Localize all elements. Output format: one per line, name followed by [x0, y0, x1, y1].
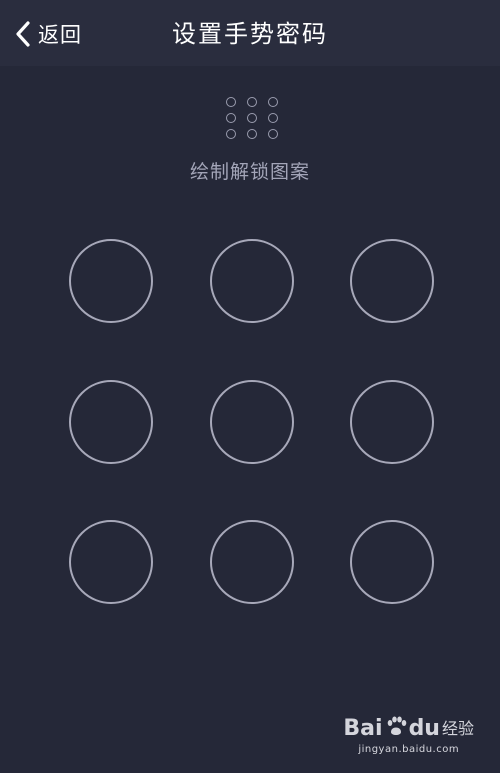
pattern-grid-icon: [224, 95, 280, 141]
draw-pattern-hint: 绘制解锁图案: [189, 161, 310, 183]
pattern-node-3[interactable]: [350, 239, 434, 323]
watermark-url: jingyan.baidu.com: [358, 744, 460, 755]
watermark-sub: 经验: [441, 719, 474, 738]
pattern-node-9[interactable]: [350, 520, 434, 604]
top-bar: 返回 设置手势密码: [0, 0, 500, 66]
watermark-brand-right: du: [408, 716, 440, 741]
baidu-jingyan-watermark: Bai du 经验 jingyan.baidu.com: [343, 715, 474, 755]
pattern-node-6[interactable]: [350, 380, 434, 464]
page-title: 设置手势密码: [172, 20, 328, 48]
pattern-node-4[interactable]: [69, 380, 153, 464]
pattern-node-5[interactable]: [210, 380, 294, 464]
pattern-node-8[interactable]: [210, 520, 294, 604]
paw-icon: [385, 715, 407, 743]
pattern-node-7[interactable]: [69, 520, 153, 604]
pattern-node-2[interactable]: [210, 239, 294, 323]
pattern-node-1[interactable]: [69, 239, 153, 323]
watermark-brand-left: Bai: [343, 716, 383, 741]
watermark-brand: Bai du 经验: [343, 715, 474, 743]
